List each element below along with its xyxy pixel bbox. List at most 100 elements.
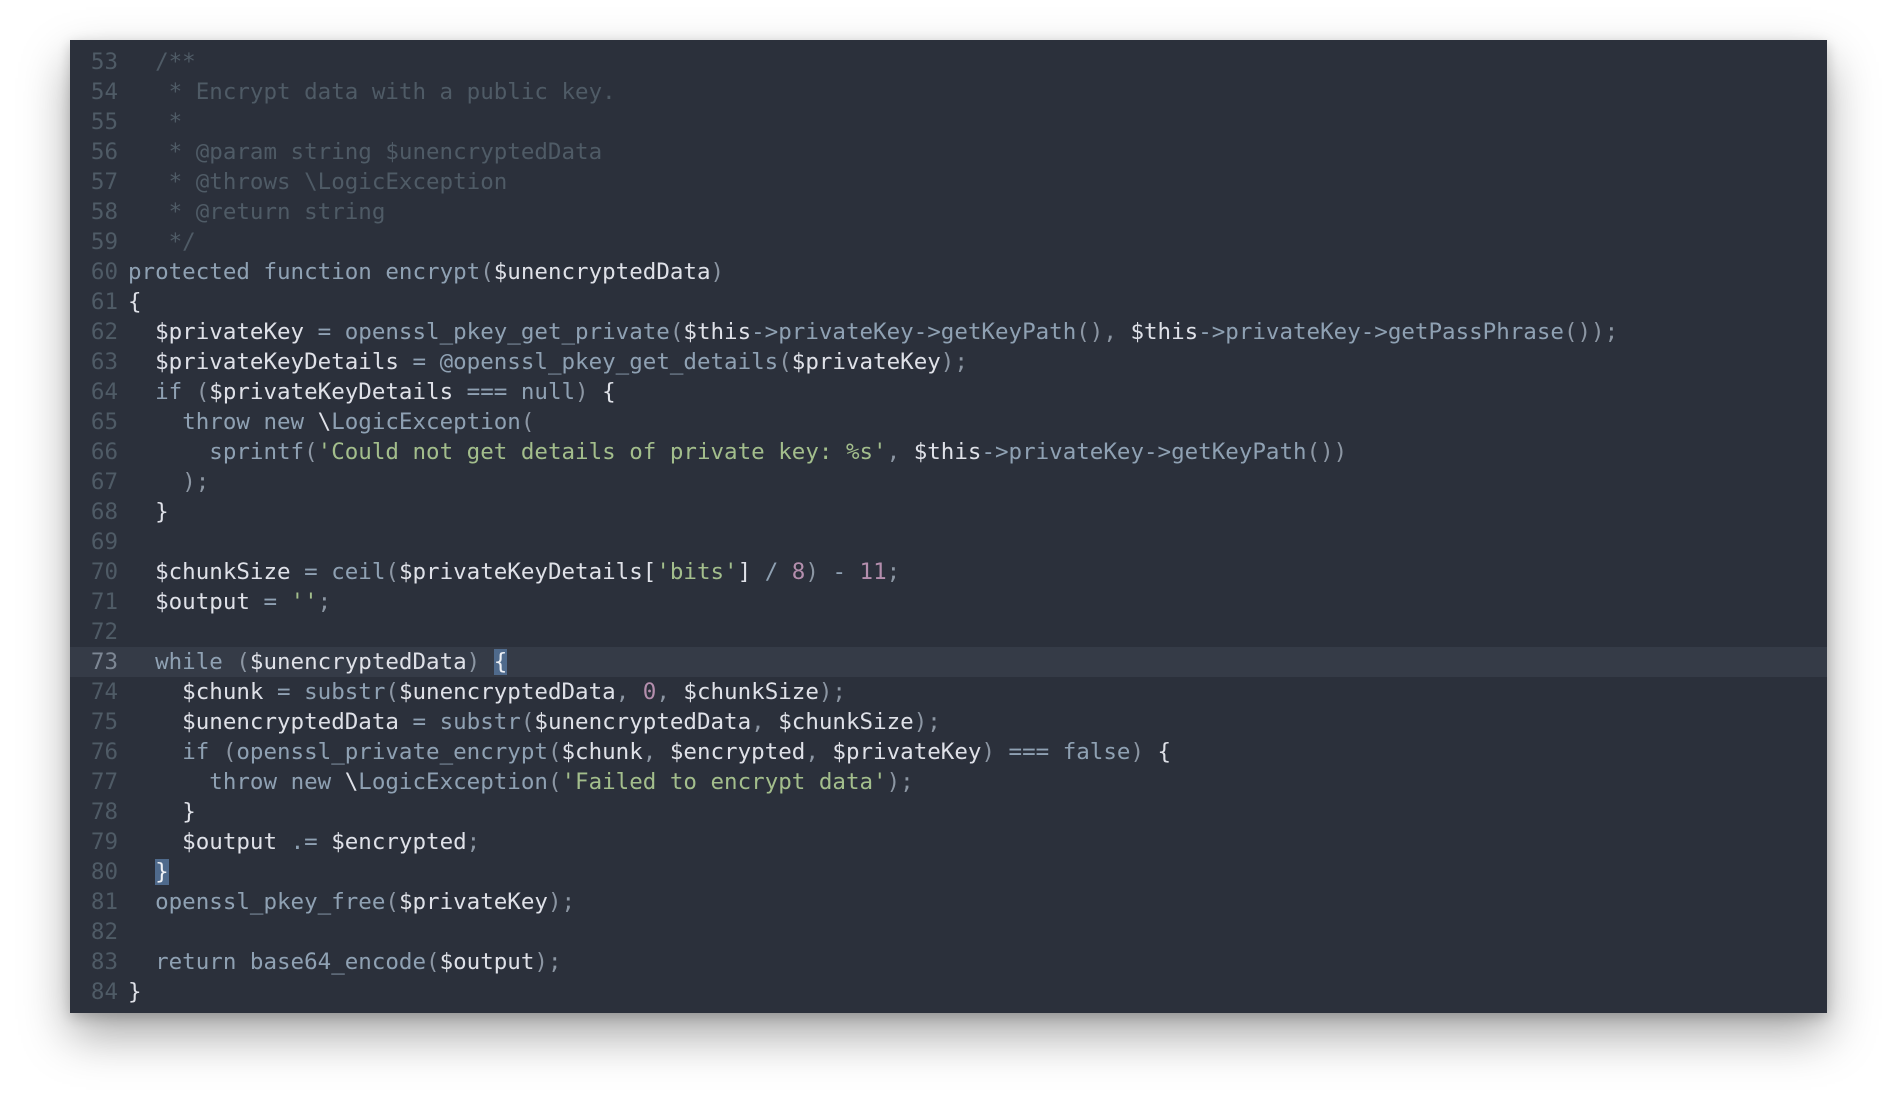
code-token: } bbox=[128, 979, 142, 1005]
code-text[interactable]: while ($unencryptedData) { bbox=[128, 647, 508, 677]
code-token: 'Failed to encrypt data' bbox=[561, 769, 887, 795]
code-token: ( bbox=[236, 649, 250, 675]
code-token: ()) bbox=[1306, 439, 1348, 465]
code-line[interactable]: 66 sprintf('Could not get details of pri… bbox=[70, 437, 1827, 467]
code-line[interactable]: 79 $output .= $encrypted; bbox=[70, 827, 1827, 857]
code-editor[interactable]: 53 /** 54 * Encrypt data with a public ke… bbox=[70, 40, 1827, 1013]
code-token: ) bbox=[575, 379, 589, 405]
code-token: ); bbox=[886, 769, 914, 795]
code-text[interactable]: * @return string bbox=[128, 197, 386, 227]
code-line[interactable]: 81 openssl_pkey_free($privateKey); bbox=[70, 887, 1827, 917]
code-text[interactable]: $unencryptedData = substr($unencryptedDa… bbox=[128, 707, 941, 737]
code-text[interactable]: * @throws \LogicException bbox=[128, 167, 508, 197]
code-text[interactable]: return base64_encode($output); bbox=[128, 947, 561, 977]
code-line[interactable]: 82 bbox=[70, 917, 1827, 947]
code-line[interactable]: 56 * @param string $unencryptedData bbox=[70, 137, 1827, 167]
code-line[interactable]: 53 /** bbox=[70, 47, 1827, 77]
code-text[interactable]: } bbox=[128, 797, 196, 827]
code-token: , bbox=[751, 709, 779, 735]
code-token: = bbox=[277, 679, 291, 705]
line-number: 70 bbox=[90, 559, 118, 585]
code-line[interactable]: 70 $chunkSize = ceil($privateKeyDetails[… bbox=[70, 557, 1827, 587]
code-line[interactable]: 80 } bbox=[70, 857, 1827, 887]
code-line[interactable]: 61 { bbox=[70, 287, 1827, 317]
code-line[interactable]: 69 bbox=[70, 527, 1827, 557]
code-line[interactable]: 83 return base64_encode($output); bbox=[70, 947, 1827, 977]
code-token: ) bbox=[1130, 739, 1144, 765]
code-text[interactable]: } bbox=[128, 857, 169, 887]
code-token: $privateKeyDetails[ bbox=[398, 559, 657, 585]
code-text[interactable]: * bbox=[128, 107, 183, 137]
code-line[interactable]: 77 throw new \LogicException('Failed to … bbox=[70, 767, 1827, 797]
code-text[interactable]: protected function encrypt($unencryptedD… bbox=[128, 257, 724, 287]
code-text[interactable]: ); bbox=[128, 467, 209, 497]
code-line[interactable]: 75 $unencryptedData = substr($unencrypte… bbox=[70, 707, 1827, 737]
code-token: (), bbox=[1076, 319, 1131, 345]
code-text[interactable]: } bbox=[128, 977, 142, 1007]
code-text[interactable]: if (openssl_private_encrypt($chunk, $enc… bbox=[128, 737, 1171, 767]
code-line[interactable]: 68 } bbox=[70, 497, 1827, 527]
code-text[interactable]: throw new \LogicException('Failed to enc… bbox=[128, 767, 914, 797]
code-text[interactable]: $chunk = substr($unencryptedData, 0, $ch… bbox=[128, 677, 846, 707]
code-text[interactable]: $output .= $encrypted; bbox=[128, 827, 480, 857]
code-line[interactable]: 60 protected function encrypt($unencrypte… bbox=[70, 257, 1827, 287]
line-number: 77 bbox=[90, 769, 118, 795]
code-token: ( bbox=[222, 739, 237, 765]
code-text[interactable]: * Encrypt data with a public key. bbox=[128, 77, 616, 107]
code-line[interactable]: 71 $output = ''; bbox=[70, 587, 1827, 617]
code-text[interactable]: { bbox=[128, 287, 142, 317]
line-number: 84 bbox=[90, 979, 118, 1005]
code-token: $chunk bbox=[561, 739, 643, 765]
code-line[interactable]: 67 ); bbox=[70, 467, 1827, 497]
code-token: .= bbox=[290, 829, 318, 855]
code-token: { bbox=[1157, 739, 1172, 765]
line-number: 69 bbox=[90, 529, 118, 555]
code-token: -> bbox=[913, 319, 941, 345]
code-token: new bbox=[290, 769, 332, 795]
code-token: , bbox=[615, 679, 643, 705]
code-token: === bbox=[466, 379, 508, 405]
code-area[interactable]: 53 /** 54 * Encrypt data with a public ke… bbox=[70, 47, 1827, 1007]
code-token: ( bbox=[669, 319, 684, 345]
code-token: ) bbox=[710, 259, 725, 285]
code-token: 8 bbox=[791, 559, 806, 585]
code-line[interactable]: 84} bbox=[70, 977, 1827, 1007]
code-text[interactable]: * @param string $unencryptedData bbox=[128, 137, 603, 167]
code-text[interactable]: throw new \LogicException( bbox=[128, 407, 534, 437]
matched-bracket: } bbox=[155, 859, 169, 885]
code-line[interactable]: 58 * @return string bbox=[70, 197, 1827, 227]
code-line[interactable]: 76 if (openssl_private_encrypt($chunk, $… bbox=[70, 737, 1827, 767]
code-text[interactable]: */ bbox=[128, 227, 196, 257]
code-line[interactable]: 57 * @throws \LogicException bbox=[70, 167, 1827, 197]
code-text[interactable]: if ($privateKeyDetails === null) { bbox=[128, 377, 616, 407]
code-text[interactable]: /** bbox=[128, 47, 196, 77]
line-number: 72 bbox=[90, 619, 118, 645]
code-token: ( bbox=[547, 739, 562, 765]
code-text[interactable]: $privateKeyDetails = @openssl_pkey_get_d… bbox=[128, 347, 968, 377]
code-text[interactable]: $output = ''; bbox=[128, 587, 331, 617]
code-line[interactable]: 63 $privateKeyDetails = @openssl_pkey_ge… bbox=[70, 347, 1827, 377]
code-line[interactable]: 59 */ bbox=[70, 227, 1827, 257]
line-number: 74 bbox=[90, 679, 118, 705]
code-line-active[interactable]: 73 while ($unencryptedData) { bbox=[70, 647, 1827, 677]
code-line[interactable]: 72 bbox=[70, 617, 1827, 647]
code-line[interactable]: 62 $privateKey = openssl_pkey_get_privat… bbox=[70, 317, 1827, 347]
code-line[interactable]: 74 $chunk = substr($unencryptedData, 0, … bbox=[70, 677, 1827, 707]
code-text[interactable]: sprintf('Could not get details of privat… bbox=[128, 437, 1347, 467]
code-text[interactable]: $privateKey = openssl_pkey_get_private($… bbox=[128, 317, 1618, 347]
code-text[interactable]: openssl_pkey_free($privateKey); bbox=[128, 887, 575, 917]
code-token: \ bbox=[331, 769, 359, 795]
code-text[interactable]: $chunkSize = ceil($privateKeyDetails['bi… bbox=[128, 557, 900, 587]
code-token: $unencryptedData bbox=[534, 709, 752, 735]
code-line[interactable]: 54 * Encrypt data with a public key. bbox=[70, 77, 1827, 107]
code-text[interactable]: } bbox=[128, 497, 169, 527]
code-line[interactable]: 65 throw new \LogicException( bbox=[70, 407, 1827, 437]
code-line[interactable]: 55 * bbox=[70, 107, 1827, 137]
code-line[interactable]: 78 } bbox=[70, 797, 1827, 827]
code-line[interactable]: 64 if ($privateKeyDetails === null) { bbox=[70, 377, 1827, 407]
